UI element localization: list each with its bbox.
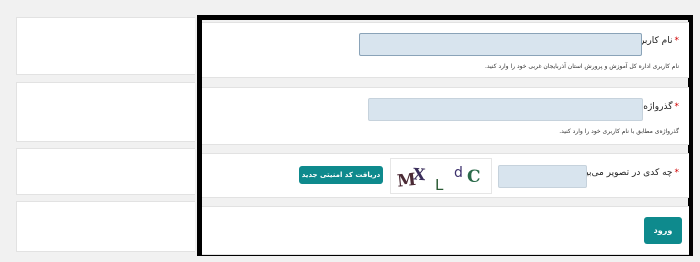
left-cell-username (16, 17, 195, 75)
captcha-row: *چه کدی در تصویر می‌بینید؟ M X L d C دری… (202, 153, 689, 198)
captcha-image: M X L d C (390, 158, 492, 194)
password-label: *گذرواژه (643, 102, 679, 112)
password-hint: گذرواژه‌ی مطابق با نام کاربری خود را وار… (559, 128, 679, 135)
captcha-input[interactable] (498, 165, 587, 188)
username-row: *نام کاربری نام کاربری اداره کل آموزش و … (202, 22, 689, 78)
left-cell-captcha (16, 148, 195, 195)
left-cell-password (16, 82, 195, 142)
required-mark: * (674, 168, 680, 178)
captcha-char-2: X (412, 164, 426, 184)
submit-row: ورود (202, 206, 689, 255)
username-hint: نام کاربری اداره کل آموزش و پرورش استان … (485, 63, 679, 70)
captcha-label: *چه کدی در تصویر می‌بینید؟ (571, 168, 679, 178)
required-mark: * (674, 102, 680, 112)
username-input[interactable] (359, 33, 642, 56)
captcha-char-5: C (467, 167, 481, 187)
login-button[interactable]: ورود (644, 217, 682, 244)
captcha-char-4: d (454, 165, 463, 181)
captcha-glyphs: M X L d C (396, 164, 481, 194)
password-row: *گذرواژه گذرواژه‌ی مطابق با نام کاربری خ… (202, 87, 689, 145)
password-input[interactable] (368, 98, 643, 121)
login-form-frame: *نام کاربری نام کاربری اداره کل آموزش و … (197, 15, 693, 256)
left-cell-submit (16, 201, 195, 252)
required-mark: * (674, 36, 680, 46)
captcha-char-3: L (435, 176, 444, 193)
new-captcha-button[interactable]: دریافت کد امنیتی جدید (299, 166, 383, 184)
